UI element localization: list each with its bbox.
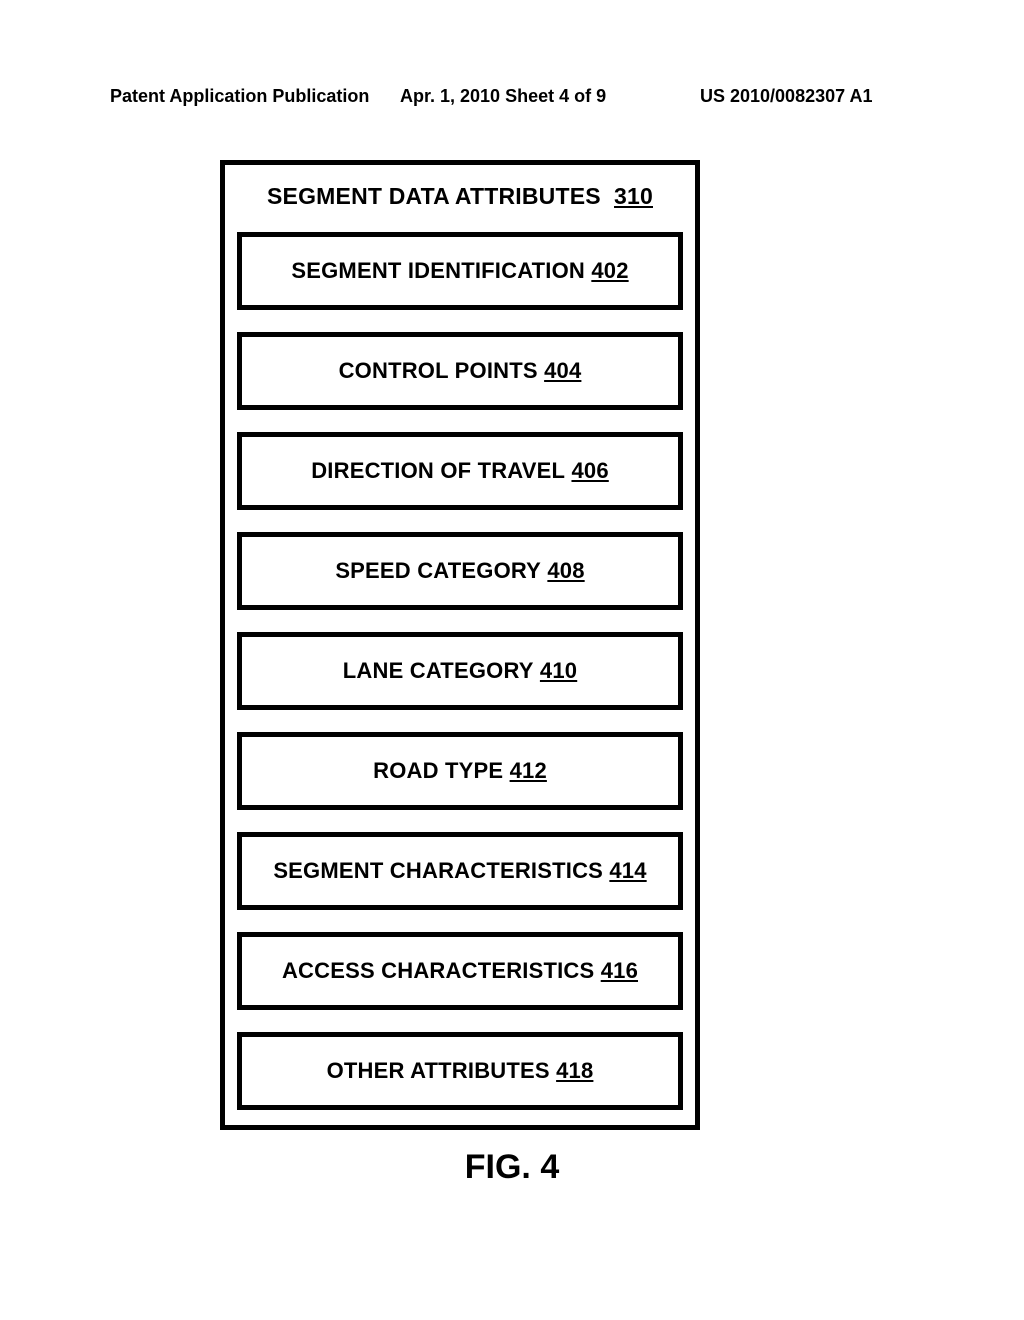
attr-label: CONTROL POINTS	[339, 358, 538, 384]
attr-ref: 404	[544, 358, 581, 384]
attr-ref: 418	[556, 1058, 593, 1084]
attribute-stack: SEGMENT IDENTIFICATION 402 CONTROL POINT…	[237, 232, 683, 1110]
attr-label: ACCESS CHARACTERISTICS	[282, 958, 594, 984]
attr-ref: 408	[547, 558, 584, 584]
other-attributes-box: OTHER ATTRIBUTES 418	[237, 1032, 683, 1110]
attr-label: ROAD TYPE	[373, 758, 503, 784]
segment-characteristics-box: SEGMENT CHARACTERISTICS 414	[237, 832, 683, 910]
attr-label: SPEED CATEGORY	[335, 558, 541, 584]
attr-label: OTHER ATTRIBUTES	[327, 1058, 550, 1084]
attr-ref: 414	[609, 858, 646, 884]
speed-category-box: SPEED CATEGORY 408	[237, 532, 683, 610]
attr-label: SEGMENT IDENTIFICATION	[291, 258, 585, 284]
road-type-box: ROAD TYPE 412	[237, 732, 683, 810]
segment-data-attributes-box: SEGMENT DATA ATTRIBUTES 310 SEGMENT IDEN…	[220, 160, 700, 1130]
page-header: Patent Application Publication Apr. 1, 2…	[0, 86, 1024, 107]
direction-of-travel-box: DIRECTION OF TRAVEL 406	[237, 432, 683, 510]
control-points-box: CONTROL POINTS 404	[237, 332, 683, 410]
attr-ref: 410	[540, 658, 577, 684]
segment-identification-box: SEGMENT IDENTIFICATION 402	[237, 232, 683, 310]
attr-ref: 406	[571, 458, 608, 484]
access-characteristics-box: ACCESS CHARACTERISTICS 416	[237, 932, 683, 1010]
outer-title-text: SEGMENT DATA ATTRIBUTES	[267, 183, 601, 209]
outer-title-ref: 310	[614, 183, 653, 209]
outer-box-title: SEGMENT DATA ATTRIBUTES 310	[237, 183, 683, 210]
attr-ref: 412	[510, 758, 547, 784]
attr-label: SEGMENT CHARACTERISTICS	[273, 858, 603, 884]
lane-category-box: LANE CATEGORY 410	[237, 632, 683, 710]
header-pub-number: US 2010/0082307 A1	[700, 86, 914, 107]
attr-label: DIRECTION OF TRAVEL	[311, 458, 565, 484]
header-publication-type: Patent Application Publication	[110, 86, 400, 107]
header-date-sheet: Apr. 1, 2010 Sheet 4 of 9	[400, 86, 700, 107]
attr-label: LANE CATEGORY	[343, 658, 534, 684]
attr-ref: 416	[601, 958, 638, 984]
attr-ref: 402	[591, 258, 628, 284]
figure-caption: FIG. 4	[0, 1148, 1024, 1187]
